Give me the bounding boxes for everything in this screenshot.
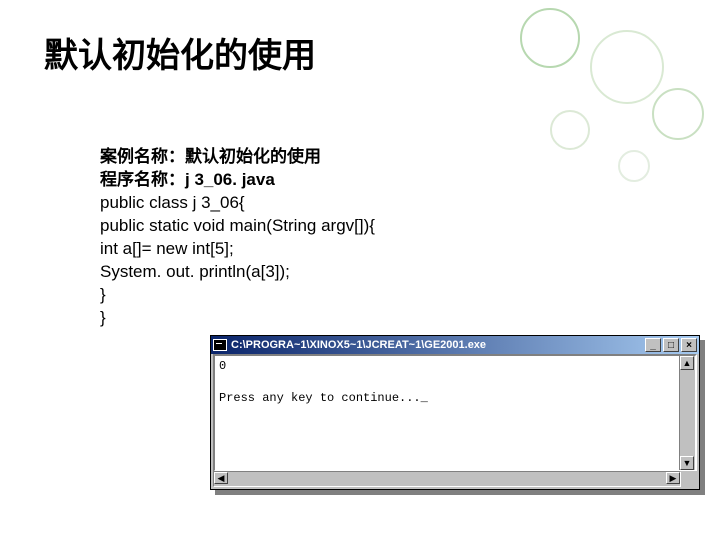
window-title: C:\PROGRA~1\XINOX5~1\JCREAT~1\GE2001.exe: [231, 339, 486, 351]
vertical-scrollbar[interactable]: ▲ ▼: [679, 356, 695, 470]
scroll-left-icon[interactable]: ◀: [214, 472, 228, 484]
console-window: C:\PROGRA~1\XINOX5~1\JCREAT~1\GE2001.exe…: [210, 335, 700, 490]
page-title: 默认初始化的使用: [44, 28, 316, 77]
console-body: 0 Press any key to continue..._ ▲ ▼: [213, 354, 697, 472]
maximize-button[interactable]: □: [663, 338, 679, 352]
decorative-dots: [500, 0, 720, 200]
code-example-box: 案例名称：默认初始化的使用 程序名称：j 3_06. java public c…: [100, 146, 450, 330]
scroll-down-icon[interactable]: ▼: [680, 456, 694, 470]
console-output: 0 Press any key to continue..._: [219, 358, 428, 407]
scroll-right-icon[interactable]: ▶: [666, 472, 680, 484]
program-name: 程序名称：j 3_06. java: [100, 169, 450, 192]
command-prompt-icon: [213, 339, 227, 351]
horizontal-scrollbar[interactable]: ◀ ▶: [213, 471, 681, 487]
minimize-button[interactable]: _: [645, 338, 661, 352]
titlebar: C:\PROGRA~1\XINOX5~1\JCREAT~1\GE2001.exe…: [211, 336, 699, 354]
close-button[interactable]: ×: [681, 338, 697, 352]
code-block: public class j 3_06{ public static void …: [100, 192, 450, 330]
scroll-up-icon[interactable]: ▲: [680, 356, 694, 370]
resize-grip[interactable]: [681, 471, 697, 487]
example-name: 案例名称：默认初始化的使用: [100, 146, 450, 169]
